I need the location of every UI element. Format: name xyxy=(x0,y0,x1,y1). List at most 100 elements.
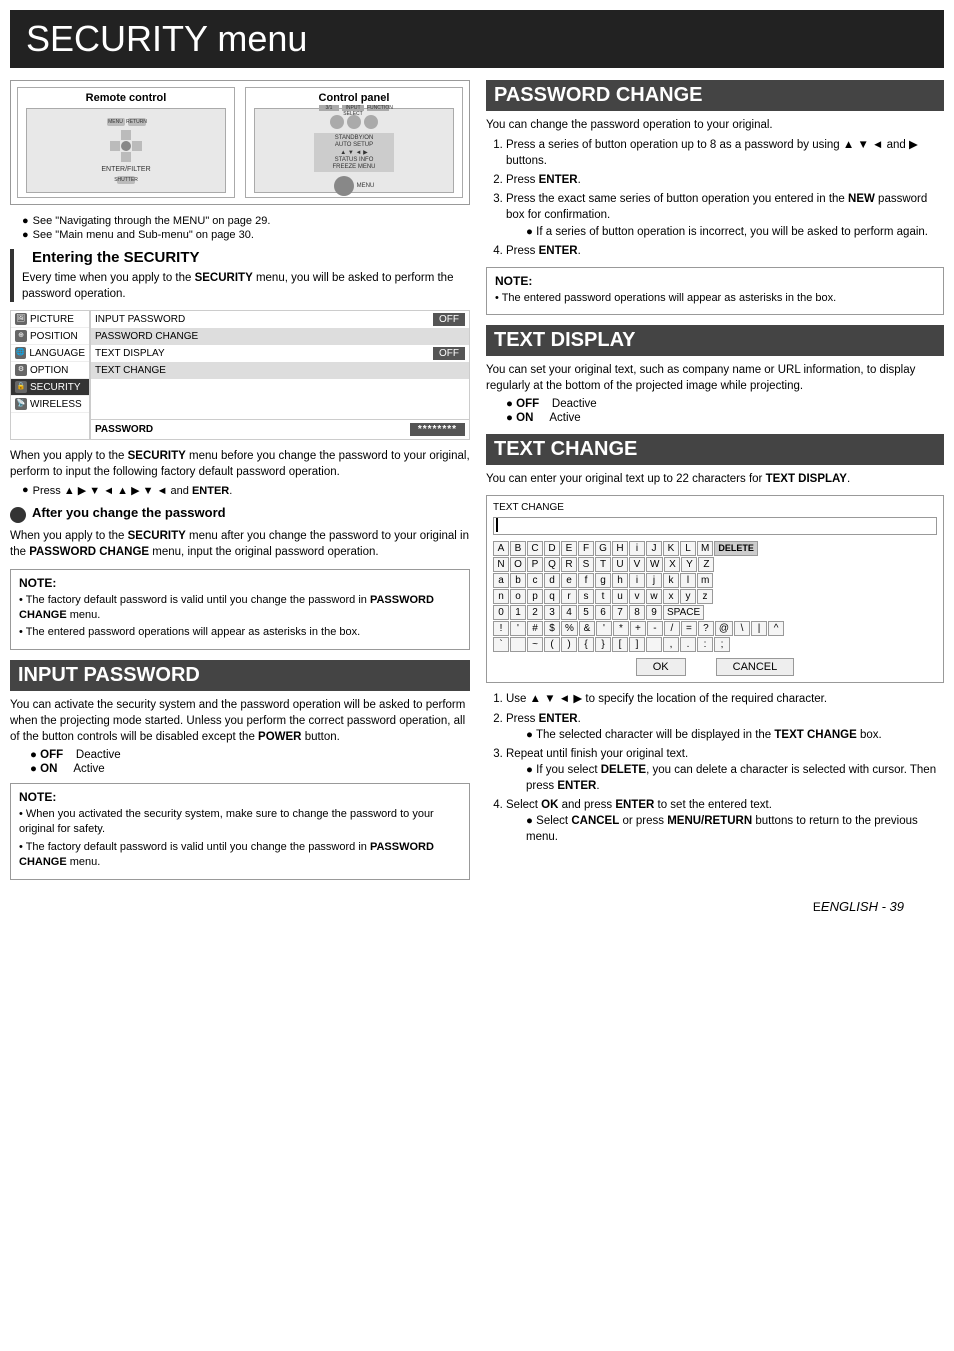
key-semi[interactable]: ; xyxy=(714,637,730,652)
key-R[interactable]: R xyxy=(561,557,577,572)
key-q[interactable]: q xyxy=(544,589,560,604)
key-V[interactable]: V xyxy=(629,557,645,572)
key-at[interactable]: @ xyxy=(715,621,733,636)
key-s[interactable]: s xyxy=(578,589,594,604)
key-J[interactable]: J xyxy=(646,541,662,556)
key-8[interactable]: 8 xyxy=(629,605,645,620)
key-y[interactable]: y xyxy=(680,589,696,604)
key-p[interactable]: p xyxy=(527,589,543,604)
tc-step2-bullets: The selected character will be displayed… xyxy=(526,727,944,743)
ok-button[interactable]: OK xyxy=(636,658,686,676)
key-B[interactable]: B xyxy=(510,541,526,556)
key-dot[interactable]: . xyxy=(680,637,696,652)
key-r[interactable]: r xyxy=(561,589,577,604)
key-pipe[interactable]: | xyxy=(751,621,767,636)
key-apos[interactable]: ' xyxy=(510,621,526,636)
key-tilde[interactable]: ~ xyxy=(527,637,543,652)
key-z[interactable]: z xyxy=(697,589,713,604)
key-g[interactable]: g xyxy=(595,573,611,588)
key-i-upper[interactable]: i xyxy=(629,541,645,556)
key-E[interactable]: E xyxy=(561,541,577,556)
key-T[interactable]: T xyxy=(595,557,611,572)
key-rbracket[interactable]: ] xyxy=(629,637,645,652)
key-quest[interactable]: ? xyxy=(698,621,714,636)
key-u[interactable]: u xyxy=(612,589,628,604)
key-k[interactable]: k xyxy=(663,573,679,588)
key-D[interactable]: D xyxy=(544,541,560,556)
key-minus[interactable]: - xyxy=(647,621,663,636)
key-h[interactable]: h xyxy=(612,573,628,588)
key-i[interactable]: i xyxy=(629,573,645,588)
key-m[interactable]: m xyxy=(697,573,713,588)
key-pct[interactable]: % xyxy=(561,621,578,636)
key-backtick[interactable]: ` xyxy=(493,637,509,652)
key-bslash[interactable]: \ xyxy=(734,621,750,636)
key-t[interactable]: t xyxy=(595,589,611,604)
key-H[interactable]: H xyxy=(612,541,628,556)
key-lparen[interactable]: ( xyxy=(544,637,560,652)
key-1[interactable]: 1 xyxy=(510,605,526,620)
key-c[interactable]: c xyxy=(527,573,543,588)
key-6[interactable]: 6 xyxy=(595,605,611,620)
cancel-button[interactable]: CANCEL xyxy=(716,658,795,676)
key-space[interactable]: SPACE xyxy=(663,605,704,620)
key-n[interactable]: n xyxy=(493,589,509,604)
key-0[interactable]: 0 xyxy=(493,605,509,620)
key-excl[interactable]: ! xyxy=(493,621,509,636)
key-M[interactable]: M xyxy=(697,541,713,556)
key-4[interactable]: 4 xyxy=(561,605,577,620)
key-L[interactable]: L xyxy=(680,541,696,556)
key-S[interactable]: S xyxy=(578,557,594,572)
key-f[interactable]: f xyxy=(578,573,594,588)
key-star[interactable]: * xyxy=(613,621,629,636)
text-input-field[interactable] xyxy=(493,517,937,535)
key-O[interactable]: O xyxy=(510,557,526,572)
key-G[interactable]: G xyxy=(595,541,611,556)
key-w[interactable]: w xyxy=(646,589,662,604)
key-sp1[interactable] xyxy=(510,637,526,652)
key-2[interactable]: 2 xyxy=(527,605,543,620)
key-X[interactable]: X xyxy=(664,557,680,572)
key-delete[interactable]: DELETE xyxy=(714,541,758,556)
key-a[interactable]: a xyxy=(493,573,509,588)
key-W[interactable]: W xyxy=(646,557,663,572)
key-Z[interactable]: Z xyxy=(698,557,714,572)
key-dollar[interactable]: $ xyxy=(544,621,560,636)
key-U[interactable]: U xyxy=(612,557,628,572)
key-P[interactable]: P xyxy=(527,557,543,572)
key-F[interactable]: F xyxy=(578,541,594,556)
key-o[interactable]: o xyxy=(510,589,526,604)
key-3[interactable]: 3 xyxy=(544,605,560,620)
key-slash[interactable]: / xyxy=(664,621,680,636)
key-9[interactable]: 9 xyxy=(646,605,662,620)
key-amp[interactable]: & xyxy=(579,621,595,636)
key-b[interactable]: b xyxy=(510,573,526,588)
key-d[interactable]: d xyxy=(544,573,560,588)
key-7[interactable]: 7 xyxy=(612,605,628,620)
key-rparen[interactable]: ) xyxy=(561,637,577,652)
key-colon[interactable]: : xyxy=(697,637,713,652)
key-hash[interactable]: # xyxy=(527,621,543,636)
key-v[interactable]: v xyxy=(629,589,645,604)
key-e[interactable]: e xyxy=(561,573,577,588)
key-plus[interactable]: + xyxy=(630,621,646,636)
key-l[interactable]: l xyxy=(680,573,696,588)
key-eq[interactable]: = xyxy=(681,621,697,636)
key-comma[interactable]: , xyxy=(663,637,679,652)
key-Y[interactable]: Y xyxy=(681,557,697,572)
key-x[interactable]: x xyxy=(663,589,679,604)
key-sp2[interactable] xyxy=(646,637,662,652)
text-change-box: TEXT CHANGE A B C D E F G xyxy=(486,495,944,683)
key-lbrace[interactable]: { xyxy=(578,637,594,652)
key-caret[interactable]: ^ xyxy=(768,621,784,636)
key-j[interactable]: j xyxy=(646,573,662,588)
key-lbracket[interactable]: [ xyxy=(612,637,628,652)
key-5[interactable]: 5 xyxy=(578,605,594,620)
key-N[interactable]: N xyxy=(493,557,509,572)
key-K[interactable]: K xyxy=(663,541,679,556)
key-rbrace[interactable]: } xyxy=(595,637,611,652)
key-A[interactable]: A xyxy=(493,541,509,556)
key-C[interactable]: C xyxy=(527,541,543,556)
key-squote[interactable]: ' xyxy=(596,621,612,636)
key-Q[interactable]: Q xyxy=(544,557,560,572)
